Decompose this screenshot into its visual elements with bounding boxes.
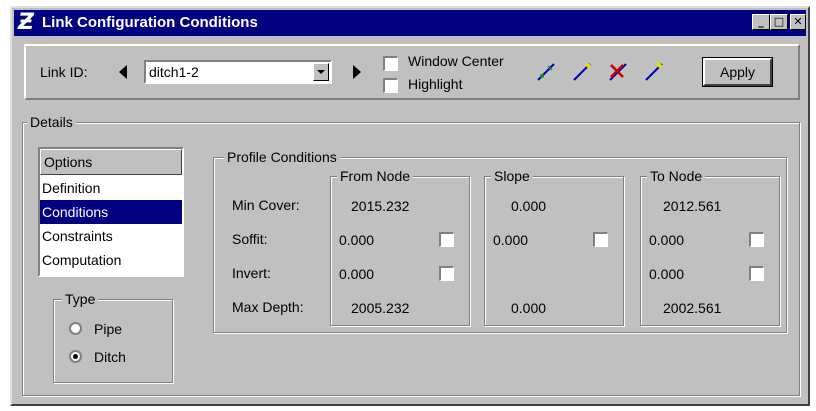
options-listbox: Options Definition Conditions Constraint… (38, 147, 184, 277)
apply-button[interactable]: Apply (702, 57, 773, 87)
from-node-legend: From Node (337, 168, 414, 184)
details-legend: Details (27, 114, 76, 130)
ditch-label: Ditch (94, 349, 126, 365)
type-legend: Type (62, 291, 99, 307)
delete-link-icon[interactable] (606, 60, 630, 84)
highlight-checkbox[interactable] (383, 78, 398, 93)
to-node-min-cover: 2012.561 (663, 198, 722, 214)
close-button[interactable]: ✕ (790, 14, 806, 30)
from-node-max-depth: 2005.232 (351, 300, 410, 316)
dropdown-button[interactable] (313, 63, 329, 81)
from-node-soffit-checkbox[interactable] (439, 232, 454, 247)
select-link-icon[interactable] (570, 60, 594, 84)
slope-legend: Slope (491, 168, 533, 184)
link-id-value: ditch1-2 (149, 64, 199, 80)
title-bar[interactable]: Ƶ Link Configuration Conditions _ □ ✕ (14, 10, 806, 36)
link-id-label: Link ID: (40, 64, 88, 80)
link-id-combobox[interactable]: ditch1-2 (144, 60, 332, 84)
to-node-legend: To Node (647, 168, 706, 184)
window-center-checkbox[interactable] (383, 56, 398, 71)
to-node-max-depth: 2002.561 (663, 300, 722, 316)
pipe-label: Pipe (94, 321, 123, 337)
previous-link-icon[interactable] (119, 65, 127, 79)
edit-link-icon[interactable] (642, 60, 666, 84)
maximize-button[interactable]: □ (770, 14, 788, 30)
profile-conditions-legend: Profile Conditions (224, 149, 340, 165)
to-node-soffit-checkbox[interactable] (749, 232, 764, 247)
chevron-down-icon (317, 70, 325, 74)
add-link-icon[interactable] (534, 60, 558, 84)
dialog-window: Ƶ Link Configuration Conditions _ □ ✕ Li… (10, 6, 810, 406)
pipe-radio[interactable] (69, 322, 82, 335)
to-node-invert-checkbox[interactable] (749, 266, 764, 281)
max-depth-label: Max Depth: (232, 299, 304, 315)
app-logo-icon: Ƶ (18, 10, 34, 35)
radio-selected-dot (73, 354, 78, 359)
list-item-definition[interactable]: Definition (40, 176, 182, 200)
from-node-soffit: 0.000 (339, 232, 375, 248)
list-item-computation[interactable]: Computation (40, 248, 182, 272)
slope-max-depth: 0.000 (511, 300, 547, 316)
toolbar-panel: Link ID: ditch1-2 Window Center Highligh… (24, 44, 800, 100)
type-group: Type Pipe Ditch (53, 291, 173, 383)
invert-label: Invert: (232, 265, 271, 281)
list-item-conditions[interactable]: Conditions (40, 200, 182, 224)
ditch-radio[interactable] (69, 350, 82, 363)
options-header[interactable]: Options (40, 149, 182, 175)
minimize-button[interactable]: _ (752, 14, 770, 30)
to-node-invert: 0.000 (649, 266, 685, 282)
window-title: Link Configuration Conditions (42, 14, 258, 31)
highlight-label: Highlight (408, 76, 463, 92)
next-link-icon[interactable] (353, 65, 361, 79)
list-item-constraints[interactable]: Constraints (40, 224, 182, 248)
slope-group: Slope 0.000 0.000 0.000 (484, 168, 624, 326)
slope-soffit: 0.000 (493, 232, 529, 248)
profile-conditions-group: Profile Conditions Min Cover: Soffit: In… (213, 149, 787, 333)
from-node-group: From Node 2015.232 0.000 0.000 2005.232 (330, 168, 470, 326)
from-node-min-cover: 2015.232 (351, 198, 410, 214)
window-center-label: Window Center (408, 53, 504, 69)
slope-soffit-checkbox[interactable] (593, 232, 608, 247)
to-node-group: To Node 2012.561 0.000 0.000 2002.561 (640, 168, 780, 326)
min-cover-label: Min Cover: (232, 197, 300, 213)
slope-min-cover: 0.000 (511, 198, 547, 214)
details-group: Details Options Definition Conditions Co… (22, 114, 800, 396)
to-node-soffit: 0.000 (649, 232, 685, 248)
from-node-invert-checkbox[interactable] (439, 266, 454, 281)
from-node-invert: 0.000 (339, 266, 375, 282)
soffit-label: Soffit: (232, 231, 268, 247)
